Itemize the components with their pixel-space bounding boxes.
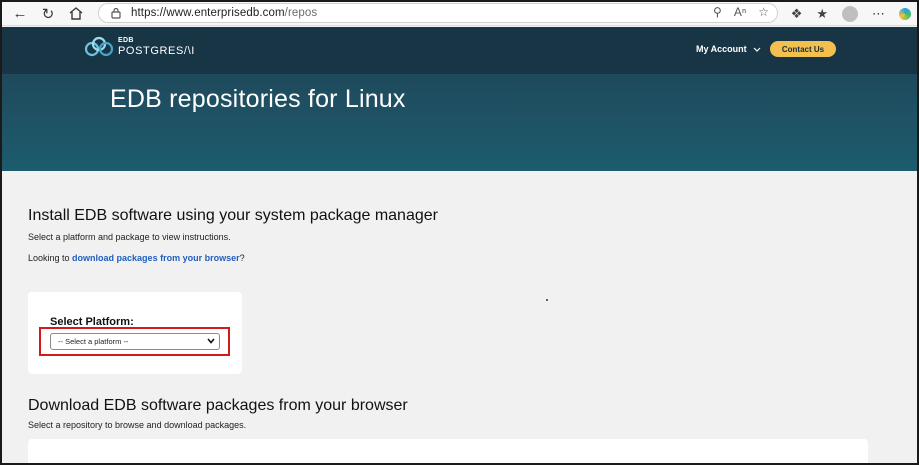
- extensions-icon[interactable]: ❖: [791, 6, 803, 22]
- read-aloud-icon[interactable]: Aⁿ: [734, 5, 746, 19]
- repository-panel: [28, 439, 868, 463]
- url-text: https://www.enterprisedb.com/repos: [131, 7, 317, 19]
- contact-us-button[interactable]: Contact Us: [770, 41, 836, 57]
- zoom-icon[interactable]: ⚲: [713, 5, 722, 19]
- my-account-label: My Account: [696, 44, 747, 54]
- url-host: https://www.enterprisedb.com: [131, 7, 285, 19]
- note-prefix: Looking to: [28, 253, 73, 263]
- url-path: /repos: [284, 7, 318, 19]
- page-title: EDB repositories for Linux: [110, 85, 406, 113]
- download-from-browser-link[interactable]: download packages from your browser: [72, 253, 240, 263]
- download-instructions: Select a repository to browse and downlo…: [28, 420, 247, 430]
- more-menu-icon[interactable]: ⋯: [872, 6, 885, 22]
- browser-toolbar: ← ↻ https://www.enterprisedb.com/repos ⚲…: [2, 2, 917, 26]
- chevron-down-icon: [753, 47, 761, 52]
- site-header: EDB POSTGRES/\I My Account Contact Us ED…: [2, 27, 917, 171]
- select-platform-card: Select Platform: -- Select a platform --: [28, 292, 242, 374]
- browser-logo-icon: [899, 8, 911, 20]
- main-content: Install EDB software using your system p…: [2, 171, 917, 463]
- stray-dot: [546, 299, 548, 301]
- profile-avatar[interactable]: [842, 6, 858, 22]
- address-bar[interactable]: https://www.enterprisedb.com/repos ⚲ Aⁿ …: [98, 3, 778, 23]
- note-suffix: ?: [239, 253, 245, 263]
- home-icon[interactable]: [62, 3, 90, 25]
- my-account-menu[interactable]: My Account: [696, 44, 761, 54]
- favorite-star-icon[interactable]: ☆: [758, 5, 769, 19]
- logo-rings-icon: [84, 36, 114, 57]
- lock-icon: [109, 6, 123, 20]
- platform-select[interactable]: -- Select a platform --: [50, 333, 220, 350]
- install-heading: Install EDB software using your system p…: [28, 207, 438, 224]
- back-icon[interactable]: ←: [6, 3, 34, 25]
- logo-edb-text: EDB: [118, 37, 134, 44]
- chevron-down-icon: [207, 336, 215, 346]
- favorites-icon[interactable]: ★: [816, 6, 828, 22]
- logo-product-text: POSTGRES/\I: [118, 45, 195, 57]
- edb-postgres-ai-logo[interactable]: EDB POSTGRES/\I: [84, 36, 195, 58]
- download-heading: Download EDB software packages from your…: [28, 397, 408, 414]
- top-navigation: EDB POSTGRES/\I My Account Contact Us: [2, 27, 917, 74]
- install-instructions: Select a platform and package to view in…: [28, 232, 231, 242]
- browser-download-note: Looking to download packages from your b…: [28, 253, 245, 263]
- browser-window: ← ↻ https://www.enterprisedb.com/repos ⚲…: [0, 0, 919, 465]
- reload-icon[interactable]: ↻: [34, 3, 62, 25]
- platform-select-value: -- Select a platform --: [58, 337, 129, 346]
